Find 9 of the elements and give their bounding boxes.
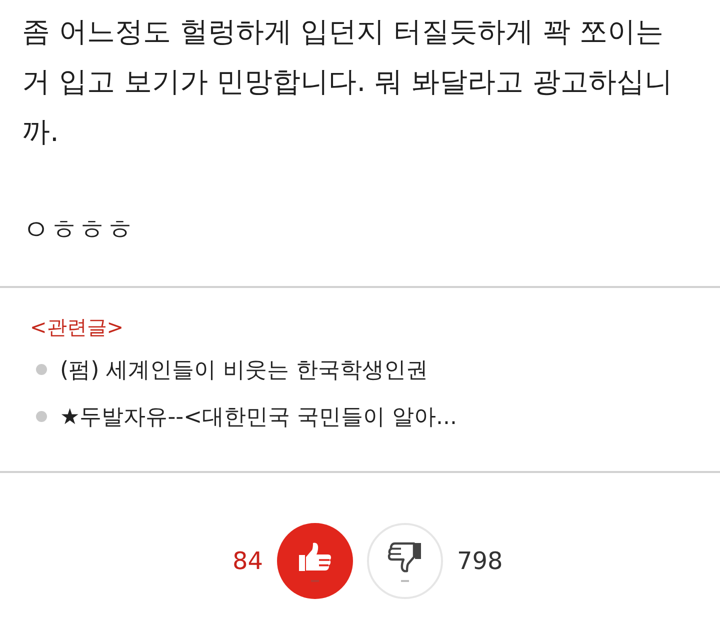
- related-post-link[interactable]: (펌) 세계인들이 비웃는 한국학생인권: [60, 354, 428, 384]
- reaction-text: ㅇㅎㅎㅎ: [22, 212, 134, 248]
- like-count: 84: [232, 546, 263, 576]
- dislike-count: 798: [457, 546, 503, 576]
- related-posts-heading: <관련글>: [30, 314, 124, 341]
- post-text: 좀 어느정도 헐렁하게 입던지 터질듯하게 꽉 쪼이는 거 입고 보기가 민망합니다. 뭐 봐달라고 광고하십니까.: [22, 14, 674, 150]
- bullet-icon: [36, 411, 47, 422]
- related-post-link[interactable]: ★두발자유--<대한민국 국민들이 알아...: [60, 402, 457, 432]
- bullet-icon: [36, 364, 47, 375]
